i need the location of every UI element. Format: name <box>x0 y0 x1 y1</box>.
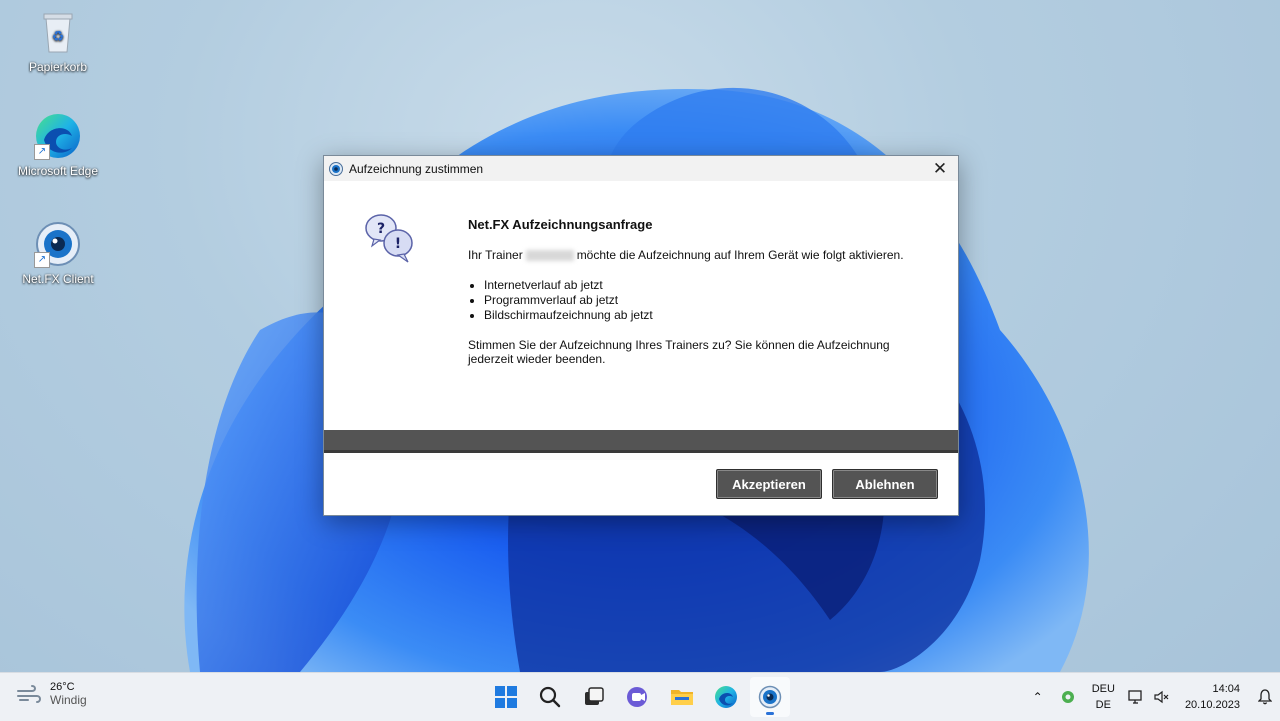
edge-icon: ↗ <box>34 112 82 160</box>
start-icon <box>495 686 517 708</box>
dialog-title: Aufzeichnung zustimmen <box>349 161 484 176</box>
start-button[interactable] <box>486 677 526 717</box>
keyboard-layout: DE <box>1095 699 1111 711</box>
taskbar: 26°C Windig ⌃ DEU DE 14:04 20.10.2023 <box>0 672 1280 721</box>
bell-icon <box>1258 689 1272 705</box>
network-icon <box>1128 690 1142 704</box>
dialog-content: ? ! Net.FX Aufzeichnungsanfrage Ihr Trai… <box>324 181 958 430</box>
list-item: Internetverlauf ab jetzt <box>484 278 938 292</box>
file-explorer-icon <box>671 690 693 705</box>
netfx-icon <box>329 161 343 176</box>
show-hidden-icons-button[interactable]: ⌃ <box>1024 690 1052 704</box>
desktop-icon-netfx[interactable]: ↗ Net.FX Client <box>10 220 106 286</box>
netfx-taskbar-button[interactable] <box>750 677 790 717</box>
system-tray: ⌃ DEU DE 14:04 20.10.2023 <box>1024 673 1280 721</box>
chevron-up-icon: ⌃ <box>1032 690 1043 704</box>
green-status-icon <box>1061 691 1074 703</box>
notifications-button[interactable] <box>1250 689 1280 705</box>
edge-icon <box>715 686 737 708</box>
intro-text: Ihr Trainer möchte die Aufzeichnung auf I… <box>468 248 938 262</box>
list-item: Bildschirmaufzeichnung ab jetzt <box>484 308 938 322</box>
weather-temp: 26°C <box>50 681 75 693</box>
clock[interactable]: 14:04 20.10.2023 <box>1185 681 1240 713</box>
button-row: Akzeptieren Ablehnen <box>716 469 938 499</box>
question-text: Stimmen Sie der Aufzeichnung Ihres Train… <box>468 338 890 366</box>
edge-taskbar-button[interactable] <box>706 677 746 717</box>
svg-text:!: ! <box>395 236 401 252</box>
file-explorer-button[interactable] <box>662 677 702 717</box>
language-indicator[interactable]: DEU DE <box>1092 681 1115 713</box>
volume-button[interactable] <box>1149 690 1175 704</box>
decline-button[interactable]: Ablehnen <box>832 469 938 499</box>
svg-text:♻: ♻ <box>52 29 65 45</box>
shortcut-arrow-icon: ↗ <box>34 252 50 268</box>
close-icon: ✕ <box>932 159 948 178</box>
search-icon <box>539 686 561 708</box>
wind-icon <box>17 685 41 703</box>
list-item: Programmverlauf ab jetzt <box>484 293 938 307</box>
intro-suffix: möchte die Aufzeichnung auf Ihrem Gerät … <box>576 248 904 262</box>
recycle-bin-icon: ♻ <box>34 8 82 56</box>
tray-app-button[interactable] <box>1052 690 1084 704</box>
weather-widget[interactable]: 26°C Windig <box>16 681 87 707</box>
recording-list: Internetverlauf ab jetzt Programmverlauf… <box>468 278 938 322</box>
teams-chat-button[interactable] <box>618 677 658 717</box>
search-button[interactable] <box>530 677 570 717</box>
volume-muted-icon <box>1154 690 1169 704</box>
dialog-heading: Net.FX Aufzeichnungsanfrage <box>468 217 653 232</box>
clock-date: 20.10.2023 <box>1184 699 1240 711</box>
taskbar-apps <box>486 677 790 717</box>
close-button[interactable]: ✕ <box>930 159 950 179</box>
desktop-icon-recycle-bin[interactable]: ♻ Papierkorb <box>10 8 106 74</box>
desktop-icon-edge[interactable]: ↗ Microsoft Edge <box>10 112 106 178</box>
shortcut-arrow-icon: ↗ <box>34 144 50 160</box>
desktop-icon-label: Net.FX Client <box>22 272 94 286</box>
redacted-trainer-name <box>525 250 574 262</box>
netfx-icon <box>758 685 782 709</box>
language-code: DEU <box>1091 683 1115 695</box>
question-speech-bubbles-icon: ? ! <box>365 214 413 263</box>
clock-time: 14:04 <box>1212 683 1240 695</box>
task-view-button[interactable] <box>574 677 614 717</box>
network-button[interactable] <box>1123 690 1149 704</box>
weather-condition: Windig <box>50 693 87 707</box>
desktop-icon-label: Papierkorb <box>28 60 88 74</box>
desktop-icon-label: Microsoft Edge <box>17 164 99 178</box>
netfx-icon: ↗ <box>34 220 82 268</box>
teams-chat-icon <box>627 687 647 707</box>
dialog-titlebar[interactable]: Aufzeichnung zustimmen ✕ <box>324 156 958 181</box>
consent-dialog: Aufzeichnung zustimmen ✕ ? ! Net.FX Aufz… <box>323 155 959 516</box>
svg-text:?: ? <box>377 221 385 237</box>
task-view-icon <box>585 687 604 705</box>
separator-bar <box>324 430 958 453</box>
dialog-message: Net.FX Aufzeichnungsanfrage Ihr Trainer m… <box>468 217 938 366</box>
intro-prefix: Ihr Trainer <box>468 248 523 262</box>
accept-button[interactable]: Akzeptieren <box>716 469 822 499</box>
